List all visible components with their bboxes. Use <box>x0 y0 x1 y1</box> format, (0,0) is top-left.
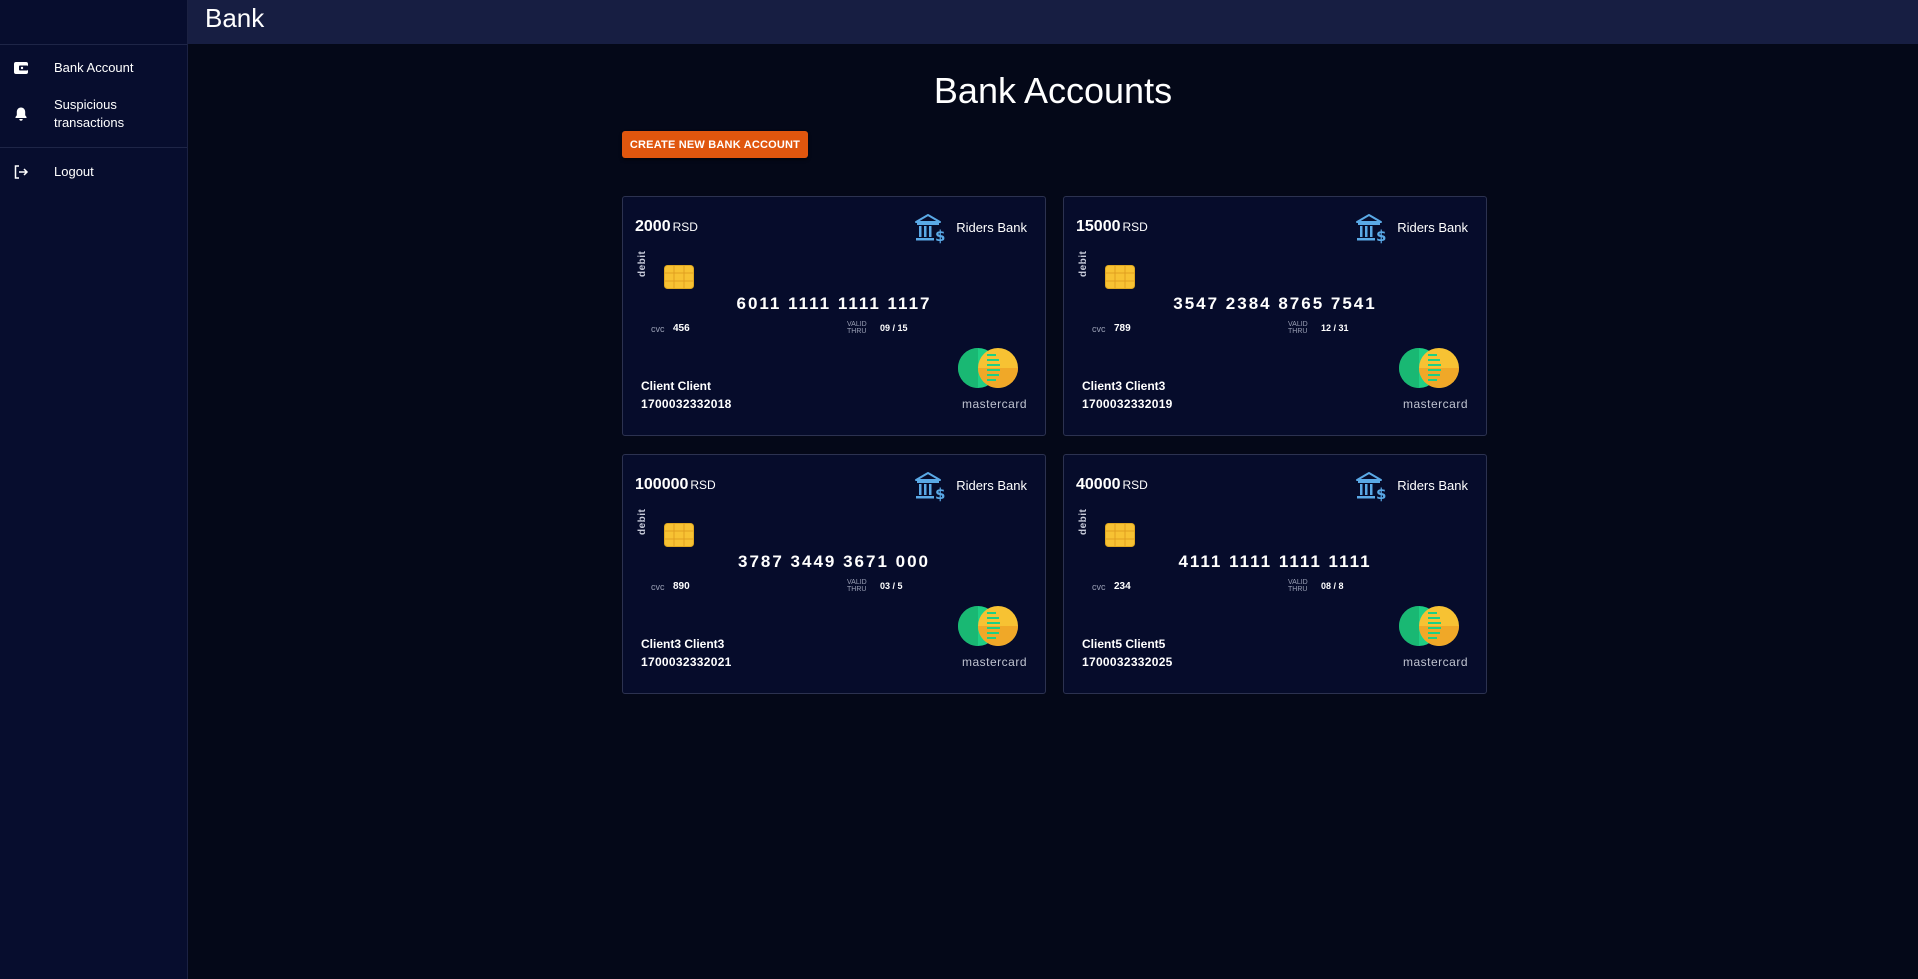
card-number: 6011 1111 1111 1117 <box>736 294 932 313</box>
bank-card[interactable]: 15000 RSD $ Riders Bank debit 3547 2384 8… <box>1063 196 1487 436</box>
chip-icon <box>1105 523 1135 547</box>
sidebar-item-logout[interactable]: Logout <box>0 162 187 182</box>
bank-name: Riders Bank <box>956 478 1027 493</box>
card-balance: 2000 RSD <box>635 218 698 236</box>
account-number: 1700032332018 <box>641 397 732 411</box>
card-brand: mastercard <box>961 655 1027 669</box>
valid-thru-label: VALID THRU <box>1288 579 1308 593</box>
balance-currency: RSD <box>690 478 716 492</box>
valid-thru-label: VALID THRU <box>847 579 867 593</box>
card-holder: Client Client <box>641 379 712 393</box>
card-type: debit <box>637 508 648 535</box>
sidebar-header <box>0 0 187 45</box>
cvc-label: cvc <box>1092 582 1106 592</box>
balance-currency: RSD <box>672 220 698 234</box>
card-type: debit <box>1078 250 1089 277</box>
bell-icon <box>15 107 27 121</box>
cvc-value: 234 <box>1114 581 1131 592</box>
sidebar-item-suspicious-transactions[interactable]: Suspicious transactions <box>0 96 187 132</box>
card-holder: Client5 Client5 <box>1082 637 1166 651</box>
cvc-label: cvc <box>651 324 665 334</box>
chip-icon <box>1105 265 1135 289</box>
card-type: debit <box>637 250 648 277</box>
valid-thru-value: 03 / 5 <box>880 581 903 591</box>
bank-icon: $ <box>915 472 945 502</box>
cvc-value: 789 <box>1114 323 1131 334</box>
bank-name: Riders Bank <box>1397 478 1468 493</box>
bank-icon: $ <box>1356 472 1386 502</box>
balance-amount: 40000 <box>1076 476 1121 493</box>
app-title: Bank <box>205 3 265 33</box>
valid-thru-value: 09 / 15 <box>880 323 908 333</box>
cvc-value: 890 <box>673 581 690 592</box>
card-balance: 40000 RSD <box>1076 476 1148 494</box>
bank-name: Riders Bank <box>956 220 1027 235</box>
card-balance: 15000 RSD <box>1076 218 1148 236</box>
mastercard-logo-icon <box>958 606 1018 646</box>
card-brand: mastercard <box>1402 397 1468 411</box>
svg-text:$: $ <box>1376 227 1386 244</box>
top-bar: Bank <box>188 0 1918 44</box>
mastercard-logo-icon <box>958 348 1018 388</box>
create-bank-account-button[interactable]: CREATE NEW BANK ACCOUNT <box>622 131 808 158</box>
svg-text:$: $ <box>1376 485 1386 502</box>
balance-amount: 2000 <box>635 218 671 235</box>
sidebar-item-label: Suspicious transactions <box>54 97 125 130</box>
card-holder: Client3 Client3 <box>1082 379 1166 393</box>
card-number: 4111 1111 1111 1111 <box>1178 552 1372 571</box>
balance-currency: RSD <box>1122 220 1148 234</box>
sidebar-item-bank-account[interactable]: Bank Account <box>0 58 187 78</box>
bank-icon: $ <box>1356 214 1386 244</box>
chip-icon <box>664 265 694 289</box>
account-number: 1700032332025 <box>1082 655 1173 669</box>
card-brand: mastercard <box>961 397 1027 411</box>
bank-icon: $ <box>915 214 945 244</box>
mastercard-logo-icon <box>1399 348 1459 388</box>
sidebar: Bank Account Suspicious transactions Log… <box>0 0 188 979</box>
sidebar-item-label: Bank Account <box>54 60 134 75</box>
valid-thru-value: 08 / 8 <box>1321 581 1344 591</box>
cvc-label: cvc <box>1092 324 1106 334</box>
valid-thru-value: 12 / 31 <box>1321 323 1349 333</box>
cvc-label: cvc <box>651 582 665 592</box>
mastercard-logo-icon <box>1399 606 1459 646</box>
balance-amount: 100000 <box>635 476 689 493</box>
bank-card[interactable]: 40000 RSD $ Riders Bank debit 4111 1111 1… <box>1063 454 1487 694</box>
bank-card[interactable]: 2000 RSD $ Riders Bank debit 6011 1111 11… <box>622 196 1046 436</box>
account-number: 1700032332021 <box>641 655 732 669</box>
valid-thru-label: VALID THRU <box>847 321 867 335</box>
logout-icon <box>14 165 29 179</box>
balance-currency: RSD <box>1122 478 1148 492</box>
card-brand: mastercard <box>1402 655 1468 669</box>
card-holder: Client3 Client3 <box>641 637 725 651</box>
valid-thru-label: VALID THRU <box>1288 321 1308 335</box>
card-type: debit <box>1078 508 1089 535</box>
chip-icon <box>664 523 694 547</box>
svg-text:$: $ <box>935 227 945 244</box>
page-title: Bank Accounts <box>933 70 1173 111</box>
account-number: 1700032332019 <box>1082 397 1173 411</box>
bank-name: Riders Bank <box>1397 220 1468 235</box>
cvc-value: 456 <box>673 323 690 334</box>
bank-card[interactable]: 100000 RSD $ Riders Bank debit 3787 3449 … <box>622 454 1046 694</box>
sidebar-divider <box>0 147 187 148</box>
card-balance: 100000 RSD <box>635 476 716 494</box>
card-number: 3787 3449 3671 000 <box>738 552 930 571</box>
balance-amount: 15000 <box>1076 218 1121 235</box>
wallet-icon <box>14 62 28 74</box>
sidebar-item-label: Logout <box>54 164 94 179</box>
svg-text:$: $ <box>935 485 945 502</box>
card-number: 3547 2384 8765 7541 <box>1173 294 1377 313</box>
